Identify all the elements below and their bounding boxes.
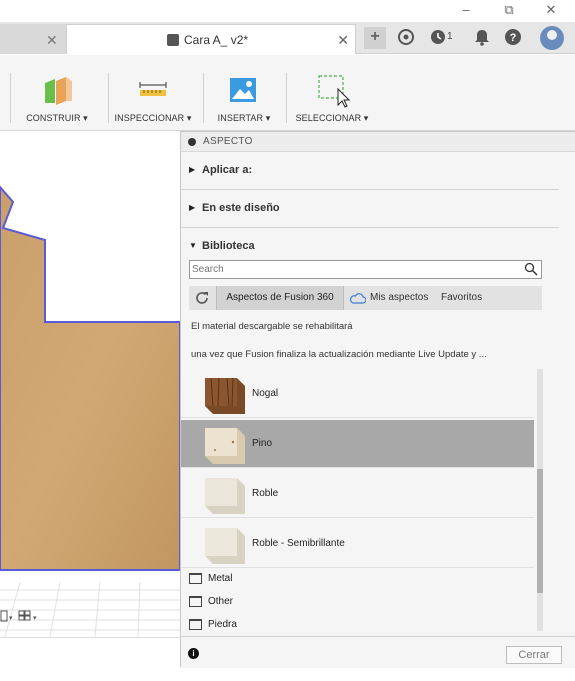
section-aplicar[interactable]: ▶ Aplicar a: <box>181 152 559 190</box>
toolbar: CONSTRUIR ▾ INSPECCIONAR ▾ INSERTAR ▾ SE… <box>0 55 575 131</box>
material-item-roble[interactable]: Roble <box>181 470 534 518</box>
section-design-title: En este diseño <box>202 202 280 214</box>
job-status-icon[interactable] <box>428 28 448 48</box>
select-icon <box>318 75 351 108</box>
user-avatar[interactable] <box>540 26 564 50</box>
toolbar-divider <box>10 73 11 123</box>
minimize-button[interactable]: – <box>456 2 476 18</box>
construir-menu[interactable]: CONSTRUIR ▾ <box>22 55 92 131</box>
display-settings-buttons[interactable]: ▾ ▾ <box>0 608 46 626</box>
construct-icon <box>45 77 72 105</box>
tab-fusion-appearances[interactable]: Aspectos de Fusion 360 <box>216 286 344 310</box>
job-count: 1 <box>447 31 453 42</box>
svg-text:▾: ▾ <box>9 615 13 622</box>
material-name: Nogal <box>252 388 279 399</box>
material-list: Nogal Pino Roble Roble - Semibrillante M… <box>181 369 545 631</box>
expand-arrow-icon: ▶ <box>189 165 196 174</box>
folder-name: Other <box>208 596 234 607</box>
material-name: Roble - Semibrillante <box>252 538 345 549</box>
new-tab-button[interactable]: + <box>364 27 386 49</box>
section-en-este-diseno[interactable]: ▶ En este diseño <box>181 190 559 228</box>
tab-active-document[interactable]: Cara A_ v2* ✕ <box>66 24 356 54</box>
insertar-label: INSERTAR ▾ <box>217 113 271 123</box>
refresh-icon[interactable] <box>191 288 213 308</box>
tab-favorites[interactable]: Favoritos <box>441 286 501 310</box>
folder-icon <box>189 619 202 630</box>
close-tab-icon[interactable]: ✕ <box>46 32 58 49</box>
toolbar-divider <box>108 73 109 123</box>
scrollbar-thumb[interactable] <box>537 469 543 593</box>
cloud-icon <box>350 293 366 304</box>
material-item-roble-semibrillante[interactable]: Roble - Semibrillante <box>181 520 534 568</box>
material-list-scrollbar[interactable] <box>537 369 543 631</box>
expand-arrow-icon: ▶ <box>189 203 196 212</box>
inspeccionar-label: INSPECCIONAR ▾ <box>114 113 192 123</box>
info-icon[interactable]: i <box>188 648 199 659</box>
collapse-panel-icon[interactable] <box>188 138 196 146</box>
folder-name: Piedra <box>208 619 237 630</box>
title-bar: – ⧉ ✕ <box>0 0 575 22</box>
download-message-1: El material descargable se rehabilitará <box>191 321 353 332</box>
oak-semigloss-swatch <box>205 528 245 564</box>
collapse-arrow-icon: ▼ <box>189 241 197 250</box>
document-icon <box>167 34 179 46</box>
section-aplicar-title: Aplicar a: <box>202 164 253 176</box>
tab-previous-document[interactable]: ✕ <box>0 24 66 54</box>
tab-bar: ✕ Cara A_ v2* ✕ + 1 ? <box>0 22 575 54</box>
toolbar-divider <box>286 73 287 123</box>
folder-other[interactable]: Other <box>189 592 389 612</box>
tab-title: Cara A_ v2* <box>184 33 249 47</box>
measure-icon <box>139 82 167 96</box>
library-tabs: Aspectos de Fusion 360 Mis aspectos Favo… <box>189 286 542 310</box>
seleccionar-label: SELECCIONAR ▾ <box>295 113 369 123</box>
tab-my-appearances-label: Mis aspectos <box>370 292 429 303</box>
folder-piedra[interactable]: Piedra <box>189 615 389 631</box>
extensions-icon[interactable] <box>396 28 416 48</box>
search-icon[interactable] <box>524 262 538 276</box>
folder-icon <box>189 596 202 607</box>
appearance-panel: ASPECTO ▶ Aplicar a: ▶ En este diseño ▼ … <box>180 131 575 668</box>
panel-header[interactable]: ASPECTO <box>181 132 575 152</box>
svg-text:?: ? <box>510 32 517 44</box>
toolbar-divider <box>203 73 204 123</box>
notifications-bell-icon[interactable] <box>472 28 492 48</box>
search-input[interactable] <box>190 261 510 278</box>
svg-text:▾: ▾ <box>33 615 37 622</box>
folder-name: Metal <box>208 573 233 584</box>
search-box <box>189 260 542 279</box>
maximize-button[interactable]: ⧉ <box>499 2 519 18</box>
grid-display-icon: ▾ ▾ <box>0 610 37 622</box>
pine-swatch <box>205 428 245 464</box>
close-button[interactable]: Cerrar <box>506 646 562 664</box>
material-item-pino[interactable]: Pino <box>181 420 534 468</box>
walnut-swatch <box>205 377 245 414</box>
section-library-title: Biblioteca <box>202 240 255 252</box>
close-window-button[interactable]: ✕ <box>541 2 561 18</box>
close-tab-icon[interactable]: ✕ <box>337 32 349 49</box>
panel-footer: i Cerrar <box>181 636 575 668</box>
inspeccionar-menu[interactable]: INSPECCIONAR ▾ <box>112 55 194 131</box>
seleccionar-menu[interactable]: SELECCIONAR ▾ <box>290 55 374 131</box>
insertar-menu[interactable]: INSERTAR ▾ <box>208 55 280 131</box>
oak-swatch <box>205 478 245 514</box>
insert-image-icon <box>230 78 256 102</box>
material-name: Pino <box>252 438 273 449</box>
material-name: Roble <box>252 488 279 499</box>
folder-icon <box>189 573 202 584</box>
panel-title: ASPECTO <box>203 136 253 147</box>
folder-metal[interactable]: Metal <box>189 569 389 589</box>
help-icon[interactable]: ? <box>503 28 523 48</box>
material-item-nogal[interactable]: Nogal <box>181 370 534 418</box>
tab-my-appearances[interactable]: Mis aspectos <box>348 286 436 310</box>
construir-label: CONSTRUIR ▾ <box>26 113 88 123</box>
download-message-2: una vez que Fusion finaliza la actualiza… <box>191 349 487 360</box>
